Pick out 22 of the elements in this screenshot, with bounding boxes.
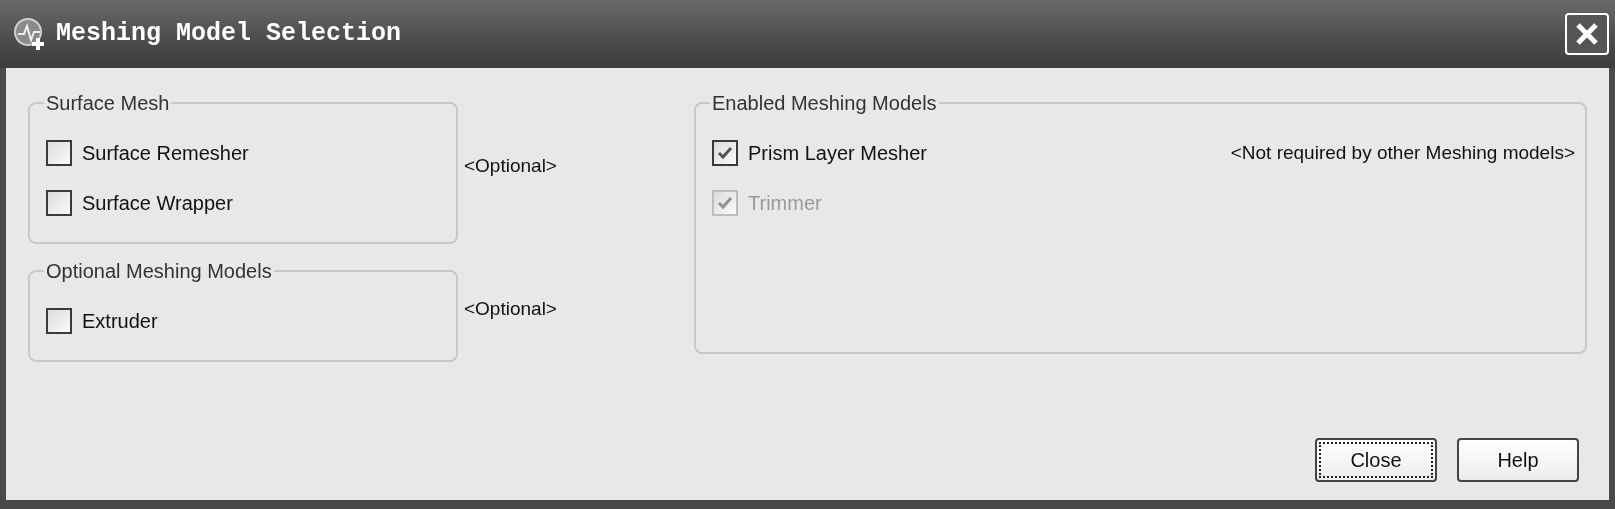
checkbox[interactable]: [712, 140, 738, 166]
dialog-button[interactable]: Help: [1457, 438, 1579, 482]
checkbox[interactable]: [46, 190, 72, 216]
checkbox-label: Surface Remesher: [82, 141, 249, 166]
checkbox[interactable]: [46, 308, 72, 334]
group-title: Optional Meshing Models: [45, 259, 273, 284]
window-title: Meshing Model Selection: [56, 18, 402, 51]
optional-note: <Optional>: [464, 296, 558, 321]
group-title: Surface Mesh: [45, 91, 171, 116]
checkmark-icon: [717, 196, 733, 210]
close-button[interactable]: [1565, 13, 1609, 55]
checkbox-label: Prism Layer Mesher: [748, 141, 927, 166]
checkbox-label: Surface Wrapper: [82, 191, 233, 216]
close-icon: [1574, 21, 1600, 47]
checkbox[interactable]: [46, 140, 72, 166]
group-title: Enabled Meshing Models: [711, 91, 938, 116]
checkbox-label: Trimmer: [748, 191, 822, 216]
optional-note: <Optional>: [464, 153, 558, 178]
checkbox-label: Extruder: [82, 309, 158, 334]
requirement-note: <Not required by other Meshing models>: [1230, 140, 1575, 165]
checkmark-icon: [717, 146, 733, 160]
dialog-button[interactable]: Close: [1315, 438, 1437, 482]
